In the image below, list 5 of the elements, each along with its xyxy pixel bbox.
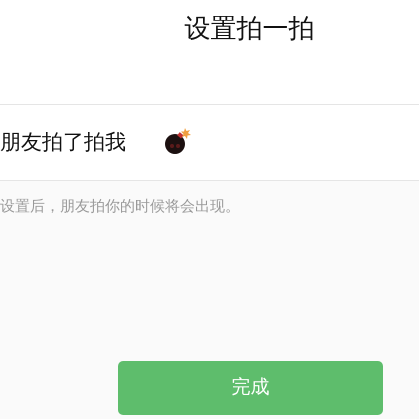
page-title: 设置拍一拍	[184, 12, 314, 45]
hint-text: 设置后，朋友拍你的时候将会出现。	[0, 198, 240, 215]
bomb-icon	[164, 126, 192, 154]
field-prefix: 朋友拍了拍我	[0, 130, 126, 156]
input-field[interactable]: 朋友拍了拍我	[0, 104, 419, 181]
